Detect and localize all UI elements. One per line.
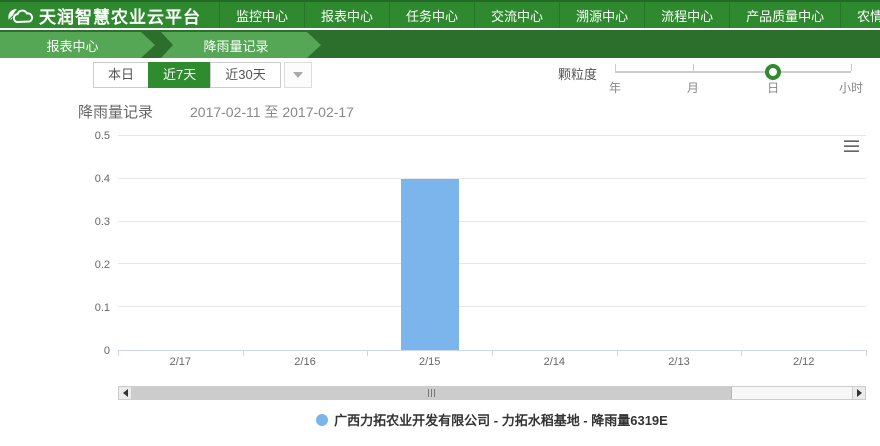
scrollbar-grip-icon	[427, 389, 436, 397]
chart-date-range: 2017-02-11 至 2017-02-17	[190, 102, 354, 122]
legend-series-marker-icon	[316, 414, 328, 426]
y-axis-tick-label: 0.2	[95, 259, 110, 271]
scrollbar-left-arrow-button[interactable]	[119, 387, 132, 399]
chart-legend: 广西力拓农业开发有限公司 - 力拓水稻基地 - 降雨量6319E	[118, 410, 866, 431]
y-axis-tick-label: 0.1	[95, 302, 110, 314]
breadcrumb-item-rainfall-record[interactable]: 降雨量记录	[161, 32, 321, 58]
scrollbar-thumb[interactable]	[132, 387, 732, 399]
more-periods-dropdown-button[interactable]	[284, 62, 312, 88]
bar-2/15[interactable]	[401, 179, 459, 350]
y-axis-tick-label: 0	[104, 345, 110, 357]
chart-export-menu-icon[interactable]	[843, 139, 860, 153]
gridline	[118, 263, 866, 264]
chart-horizontal-scrollbar	[118, 386, 866, 400]
gridline	[118, 178, 866, 179]
brand-logo[interactable]: 天润智慧农业云平台	[0, 2, 211, 28]
slider-tick-hour	[851, 64, 852, 71]
legend-series-name: 广西力拓农业开发有限公司 - 力拓水稻基地 - 降雨量6319E	[334, 410, 668, 429]
legend-item[interactable]: 广西力拓农业开发有限公司 - 力拓水稻基地 - 降雨量6319E	[316, 410, 668, 429]
page: 天润智慧农业云平台 监控中心 报表中心 任务中心 交流中心 溯源中心 流程中心 …	[0, 0, 880, 446]
x-axis-tick-label: 2/14	[544, 356, 565, 368]
period-button-group: 本日 近7天 近30天	[94, 62, 312, 88]
nav-item-task[interactable]: 任务中心	[389, 2, 474, 28]
brand-name: 天润智慧农业云平台	[39, 3, 201, 28]
left-arrow-icon	[123, 389, 128, 397]
top-navbar: 天润智慧农业云平台 监控中心 报表中心 任务中心 交流中心 溯源中心 流程中心 …	[0, 0, 880, 28]
y-axis-tick-label: 0.4	[95, 173, 110, 185]
chart-title: 降雨量记录	[78, 101, 153, 122]
breadcrumb-item-report-center[interactable]: 报表中心	[0, 32, 155, 58]
nav-item-report[interactable]: 报表中心	[304, 2, 389, 28]
last-30-days-button[interactable]: 近30天	[210, 62, 280, 88]
y-axis-tick-label: 0.3	[95, 216, 110, 228]
nav-menu: 监控中心 报表中心 任务中心 交流中心 溯源中心 流程中心 产品质量中心 农情资…	[219, 2, 880, 28]
nav-item-process[interactable]: 流程中心	[644, 2, 729, 28]
slider-label-year[interactable]: 年	[609, 79, 621, 96]
nav-item-agri-news[interactable]: 农情资讯中心	[840, 2, 880, 28]
gridline	[118, 135, 866, 136]
slider-tick-year	[615, 64, 616, 71]
nav-item-traceability[interactable]: 溯源中心	[559, 2, 644, 28]
y-axis-labels: 00.10.20.30.40.5	[60, 136, 110, 351]
slider-tick-month	[693, 64, 694, 71]
right-arrow-icon	[857, 389, 862, 397]
x-axis-tick-label: 2/13	[668, 356, 689, 368]
x-axis-tick-label: 2/15	[419, 356, 440, 368]
y-axis-tick-label: 0.5	[95, 130, 110, 142]
nav-item-product-quality[interactable]: 产品质量中心	[729, 2, 840, 28]
plot-area	[118, 136, 866, 351]
x-axis-tick-label: 2/12	[793, 356, 814, 368]
x-axis-tick-label: 2/16	[294, 356, 315, 368]
gridline	[118, 221, 866, 222]
x-axis-tick	[866, 350, 867, 356]
breadcrumb: 报表中心 降雨量记录	[0, 30, 880, 58]
nav-item-monitor[interactable]: 监控中心	[219, 2, 304, 28]
slider-label-hour[interactable]: 小时	[839, 79, 863, 96]
granularity-label: 颗粒度	[558, 64, 597, 83]
slider-track[interactable]	[615, 71, 851, 73]
slider-label-month[interactable]: 月	[687, 79, 699, 96]
leaf-cloud-icon	[6, 6, 34, 24]
last-7-days-button[interactable]: 近7天	[148, 62, 211, 88]
slider-labels: 年 月 日 小时	[615, 77, 851, 91]
today-button[interactable]: 本日	[93, 62, 149, 88]
x-axis-labels: 2/17 2/16 2/15 2/14 2/13 2/12	[118, 356, 866, 372]
granularity-slider: 年 月 日 小时	[615, 62, 851, 88]
gridline	[118, 306, 866, 307]
chevron-down-icon	[293, 72, 303, 78]
x-axis-tick-label: 2/17	[170, 356, 191, 368]
nav-item-communication[interactable]: 交流中心	[474, 2, 559, 28]
slider-label-day[interactable]: 日	[767, 79, 779, 96]
scrollbar-right-arrow-button[interactable]	[852, 387, 865, 399]
